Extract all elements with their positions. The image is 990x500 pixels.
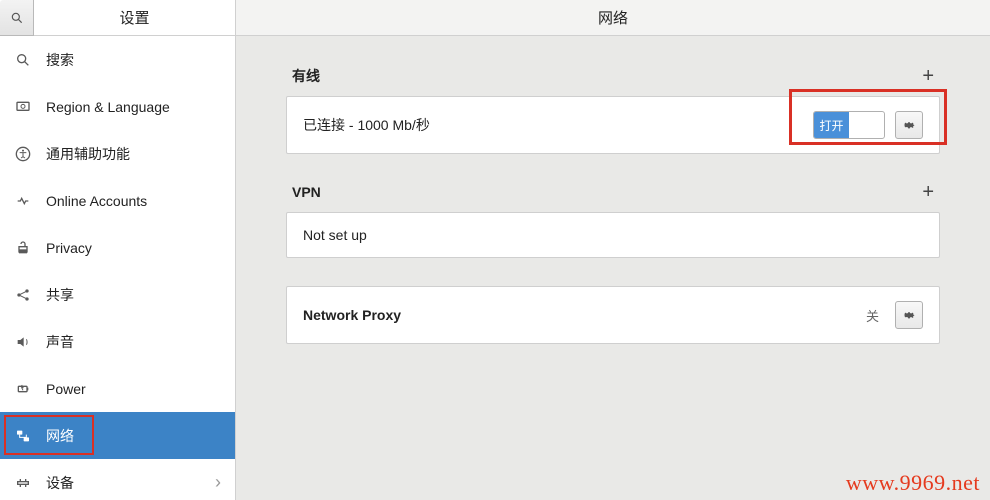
section-title: VPN (292, 184, 321, 200)
sidebar-item-power[interactable]: Power (0, 365, 235, 412)
proxy-settings-button[interactable] (895, 301, 923, 329)
sidebar-list: 搜索 Region & Language 通用辅助功能 Online Accou… (0, 36, 235, 500)
sidebar-item-label: 通用辅助功能 (46, 144, 130, 164)
sidebar-item-label: 网络 (46, 426, 74, 446)
devices-icon (14, 475, 32, 491)
sidebar: 设置 搜索 Region & Language 通用辅助功能 Online Ac… (0, 0, 236, 500)
wired-connection-row: 已连接 - 1000 Mb/秒 打开 (286, 96, 940, 154)
proxy-label: Network Proxy (303, 307, 401, 323)
privacy-icon (14, 240, 32, 256)
sidebar-item-label: 设备 (46, 473, 74, 493)
sidebar-item-sound[interactable]: 声音 (0, 318, 235, 365)
switch-off-knob (849, 112, 884, 138)
proxy-row[interactable]: Network Proxy 关 (286, 286, 940, 344)
sidebar-item-label: 搜索 (46, 50, 74, 70)
wired-toggle-switch[interactable]: 打开 (813, 111, 885, 139)
section-title: 有线 (292, 66, 320, 86)
sidebar-item-label: Privacy (46, 240, 92, 256)
sidebar-title: 设置 (34, 0, 235, 35)
section-vpn: VPN + Not set up (286, 182, 940, 258)
vpn-status-text: Not set up (303, 227, 367, 243)
accounts-icon (14, 193, 32, 209)
globe-icon (14, 99, 32, 115)
sidebar-item-devices[interactable]: 设备 › (0, 459, 235, 500)
search-button[interactable] (0, 0, 34, 36)
gear-icon (902, 118, 916, 132)
wired-controls: 打开 (813, 111, 923, 139)
sidebar-header: 设置 (0, 0, 235, 36)
sidebar-item-online-accounts[interactable]: Online Accounts (0, 177, 235, 224)
sidebar-item-label: Online Accounts (46, 193, 147, 209)
sidebar-item-label: 声音 (46, 332, 74, 352)
sidebar-item-accessibility[interactable]: 通用辅助功能 (0, 130, 235, 177)
content-body: 有线 + 已连接 - 1000 Mb/秒 打开 (236, 36, 990, 500)
add-wired-button[interactable]: + (922, 66, 934, 86)
sidebar-item-network[interactable]: 网络 (0, 412, 235, 459)
sidebar-item-privacy[interactable]: Privacy (0, 224, 235, 271)
section-header-wired: 有线 + (286, 66, 940, 96)
section-proxy: Network Proxy 关 (286, 286, 940, 344)
section-header-vpn: VPN + (286, 182, 940, 212)
proxy-status-text: 关 (866, 306, 879, 325)
sidebar-item-label: 共享 (46, 285, 74, 305)
share-icon (14, 287, 32, 303)
power-icon (14, 381, 32, 397)
search-icon (10, 11, 24, 25)
search-icon (14, 52, 32, 68)
wired-status-text: 已连接 - 1000 Mb/秒 (303, 115, 430, 135)
content-panel: 网络 有线 + 已连接 - 1000 Mb/秒 打开 (236, 0, 990, 500)
watermark-text: www.9969.net (846, 470, 980, 496)
sidebar-item-search[interactable]: 搜索 (0, 36, 235, 83)
chevron-right-icon: › (215, 472, 221, 493)
sound-icon (14, 334, 32, 350)
add-vpn-button[interactable]: + (922, 182, 934, 202)
network-icon (14, 428, 32, 444)
vpn-row: Not set up (286, 212, 940, 258)
sidebar-item-label: Region & Language (46, 99, 170, 115)
sidebar-item-label: Power (46, 381, 86, 397)
accessibility-icon (14, 146, 32, 162)
section-wired: 有线 + 已连接 - 1000 Mb/秒 打开 (286, 66, 940, 154)
switch-on-label: 打开 (814, 112, 849, 138)
content-title: 网络 (236, 0, 990, 36)
proxy-controls: 关 (866, 301, 923, 329)
app-window: 设置 搜索 Region & Language 通用辅助功能 Online Ac… (0, 0, 990, 500)
sidebar-item-region-language[interactable]: Region & Language (0, 83, 235, 130)
sidebar-item-sharing[interactable]: 共享 (0, 271, 235, 318)
wired-settings-button[interactable] (895, 111, 923, 139)
gear-icon (902, 308, 916, 322)
